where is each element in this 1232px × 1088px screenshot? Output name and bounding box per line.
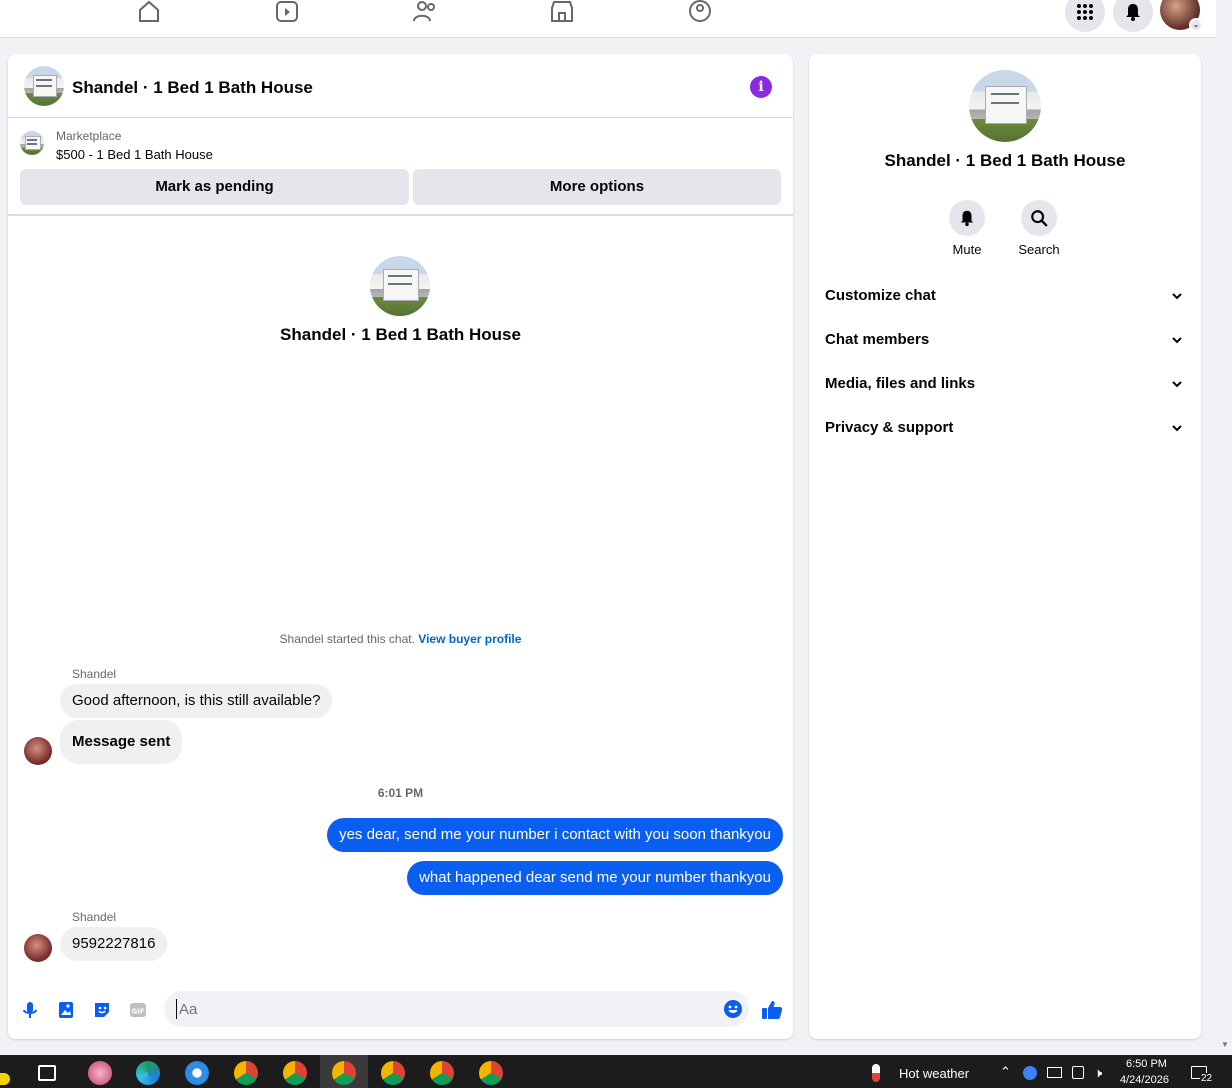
- gif-icon[interactable]: GIF: [128, 1000, 148, 1020]
- chat-info-panel: Shandel · 1 Bed 1 Bath House Mute Search…: [809, 54, 1201, 1039]
- chat-panel: Shandel · 1 Bed 1 Bath House i Marketpla…: [8, 54, 793, 1039]
- section-customize-chat[interactable]: Customize chat: [825, 284, 1185, 308]
- outgoing-message[interactable]: yes dear, send me your number i contact …: [327, 818, 783, 852]
- emoji-icon[interactable]: [723, 999, 743, 1019]
- section-chat-members[interactable]: Chat members: [825, 328, 1185, 352]
- view-buyer-profile-link[interactable]: View buyer profile: [418, 632, 521, 646]
- message-input[interactable]: [176, 999, 696, 1019]
- meet-icon[interactable]: [1072, 1066, 1084, 1079]
- intro-listing-avatar: [370, 256, 430, 316]
- chat-started-text: Shandel started this chat.: [279, 632, 415, 646]
- home-icon[interactable]: [136, 0, 162, 22]
- network-icon[interactable]: [1047, 1067, 1062, 1078]
- incoming-message[interactable]: Good afternoon, is this still available?: [60, 684, 333, 718]
- chrome-browser-icon[interactable]: [283, 1061, 307, 1085]
- search-icon: [1021, 200, 1057, 236]
- marketplace-icon[interactable]: [549, 0, 575, 22]
- search-label: Search: [1018, 242, 1060, 257]
- notification-count: 22: [1200, 1073, 1214, 1084]
- svg-text:GIF: GIF: [131, 1008, 144, 1016]
- grid-menu-icon[interactable]: [1065, 0, 1105, 32]
- section-label: Customize chat: [825, 287, 936, 304]
- mark-as-pending-button[interactable]: Mark as pending: [20, 169, 409, 205]
- windows-taskbar: Hot weather ⌃ 🕨 6:50 PM 4/24/2026 22: [0, 1055, 1232, 1088]
- account-avatar[interactable]: ⌄: [1160, 0, 1203, 32]
- page-scrollbar[interactable]: [1216, 0, 1232, 1055]
- sender-avatar[interactable]: [24, 737, 52, 765]
- section-label: Chat members: [825, 331, 930, 348]
- listing-label: Marketplace: [56, 129, 122, 143]
- listing-thumbnail[interactable]: [20, 131, 44, 155]
- chrome-browser-icon[interactable]: [381, 1061, 405, 1085]
- top-navigation: ⌄: [0, 0, 1216, 38]
- clock-time[interactable]: 6:50 PM: [1126, 1058, 1167, 1070]
- incoming-message[interactable]: Message sent: [60, 720, 183, 764]
- chevron-down-icon: [1169, 328, 1185, 352]
- message-sender-name: Shandel: [72, 667, 117, 681]
- edge-browser-icon[interactable]: [136, 1061, 160, 1085]
- chat-title[interactable]: Shandel · 1 Bed 1 Bath House: [72, 78, 313, 98]
- side-listing-avatar[interactable]: [969, 70, 1041, 142]
- chevron-up-icon[interactable]: ⌃: [1000, 1064, 1011, 1080]
- sender-avatar[interactable]: [24, 934, 52, 962]
- chrome-browser-icon[interactable]: [332, 1061, 356, 1085]
- listing-banner: Marketplace $500 - 1 Bed 1 Bath House Ma…: [8, 119, 793, 216]
- intro-title: Shandel · 1 Bed 1 Bath House: [280, 325, 521, 344]
- mute-label: Mute: [952, 242, 982, 257]
- volume-icon[interactable]: 🕨: [1094, 1065, 1102, 1081]
- section-label: Media, files and links: [825, 375, 976, 392]
- chrome-browser-icon[interactable]: [479, 1061, 503, 1085]
- outgoing-message[interactable]: what happened dear send me your number t…: [407, 861, 783, 895]
- chrome-browser-icon[interactable]: [430, 1061, 454, 1085]
- chevron-down-icon: [1169, 372, 1185, 396]
- task-view-icon[interactable]: [38, 1065, 56, 1081]
- sticker-icon[interactable]: [92, 1000, 112, 1020]
- listing-price-title[interactable]: $500 - 1 Bed 1 Bath House: [56, 147, 213, 162]
- chevron-down-icon: [1169, 416, 1185, 440]
- chat-header: Shandel · 1 Bed 1 Bath House i: [8, 54, 793, 118]
- video-icon[interactable]: [274, 0, 300, 22]
- chevron-down-icon: [1169, 284, 1185, 308]
- photo-icon[interactable]: [56, 1000, 76, 1020]
- listing-avatar[interactable]: [24, 66, 64, 106]
- start-edge-icon[interactable]: [0, 1073, 10, 1085]
- notifications-button[interactable]: [1113, 0, 1153, 32]
- microphone-icon[interactable]: [20, 1000, 40, 1020]
- search-button[interactable]: Search: [1009, 200, 1069, 257]
- section-media-files-links[interactable]: Media, files and links: [825, 372, 1185, 396]
- message-sender-name: Shandel: [72, 910, 117, 924]
- clock-date[interactable]: 4/24/2026: [1120, 1074, 1169, 1086]
- app-icon[interactable]: [88, 1061, 112, 1085]
- thermometer-icon[interactable]: [872, 1064, 880, 1082]
- message-input-container[interactable]: [164, 991, 749, 1027]
- info-icon[interactable]: i: [750, 76, 772, 98]
- bell-icon: [949, 200, 985, 236]
- tray-app-icon[interactable]: [1023, 1066, 1037, 1080]
- side-title: Shandel · 1 Bed 1 Bath House: [884, 151, 1126, 170]
- incoming-message[interactable]: 9592227816: [60, 927, 168, 961]
- mute-button[interactable]: Mute: [937, 200, 997, 257]
- section-label: Privacy & support: [825, 419, 954, 436]
- section-privacy-support[interactable]: Privacy & support: [825, 416, 1185, 440]
- chat-started-notice: Shandel started this chat. View buyer pr…: [8, 632, 793, 646]
- scroll-down-arrow[interactable]: ▼: [1221, 1040, 1229, 1049]
- weather-text[interactable]: Hot weather: [899, 1066, 969, 1081]
- app-icon[interactable]: [185, 1061, 209, 1085]
- chrome-browser-icon[interactable]: [234, 1061, 258, 1085]
- more-options-button[interactable]: More options: [413, 169, 781, 205]
- thumbs-up-icon[interactable]: [760, 998, 784, 1022]
- bell-icon: [1126, 4, 1140, 21]
- chevron-down-icon: ⌄: [1189, 18, 1203, 32]
- groups-icon[interactable]: [687, 0, 713, 22]
- friends-icon[interactable]: [412, 0, 438, 22]
- message-timestamp: 6:01 PM: [377, 786, 424, 800]
